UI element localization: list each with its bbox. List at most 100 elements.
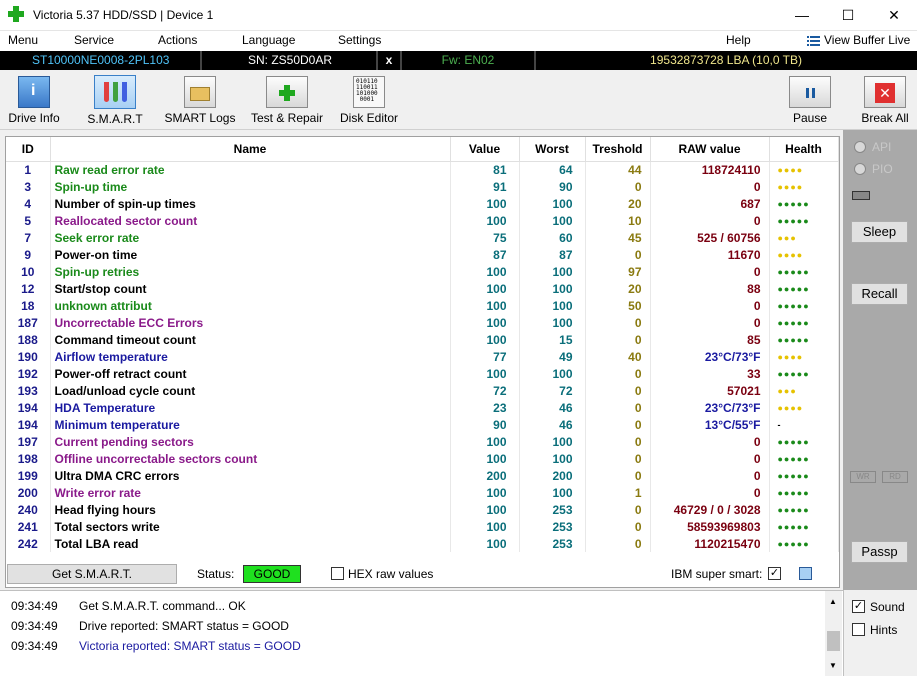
table-row[interactable]: 12 Start/stop count 100 100 20 88 ●●●●● (6, 280, 839, 297)
sound-checkbox[interactable]: ✓ (852, 600, 865, 613)
table-row[interactable]: 1 Raw read error rate 81 64 44 118724110 ●●●● (6, 161, 839, 178)
col-id[interactable]: ID (6, 137, 51, 162)
table-row[interactable]: 200 Write error rate 100 100 1 0 ●●●●● (6, 484, 839, 501)
smart-tab-button[interactable]: S.M.A.R.T (84, 75, 146, 126)
attr-raw: 0 (650, 178, 770, 195)
attr-worst: 100 (519, 297, 586, 314)
attr-id: 198 (6, 450, 51, 467)
log-time: 09:34:49 (11, 599, 58, 613)
pio-radio[interactable] (854, 163, 866, 175)
table-row[interactable]: 7 Seek error rate 75 60 45 525 / 60756 ●●● (6, 229, 839, 246)
log-text: Get S.M.A.R.T. command... OK (79, 599, 246, 613)
drive-info-button[interactable]: i Drive Info (5, 75, 63, 125)
col-value[interactable]: Value (450, 137, 520, 162)
log-scrollbar[interactable]: ▲ ▼ (825, 591, 842, 676)
attr-id: 10 (6, 263, 51, 280)
menu-settings[interactable]: Settings (338, 33, 381, 47)
status-row: Get S.M.A.R.T. Status: GOOD HEX raw valu… (0, 562, 843, 588)
ibm-super-smart-checkbox[interactable]: ✓ (768, 567, 781, 580)
hex-raw-checkbox[interactable] (331, 567, 344, 580)
attr-name: Power-on time (50, 246, 451, 263)
table-row[interactable]: 3 Spin-up time 91 90 0 0 ●●●● (6, 178, 839, 195)
col-threshold[interactable]: Treshold (585, 137, 651, 162)
attr-raw: 0 (650, 467, 770, 484)
get-smart-button[interactable]: Get S.M.A.R.T. (7, 564, 177, 584)
scroll-down-icon[interactable]: ▼ (829, 661, 837, 670)
col-raw[interactable]: RAW value (650, 137, 770, 162)
table-row[interactable]: 18 unknown attribut 100 100 50 0 ●●●●● (6, 297, 839, 314)
log-line: 09:34:49 Get S.M.A.R.T. command... OK (11, 599, 246, 613)
col-worst[interactable]: Worst (519, 137, 586, 162)
attr-worst: 100 (519, 484, 586, 501)
table-row[interactable]: 198 Offline uncorrectable sectors count 10… (6, 450, 839, 467)
test-repair-button[interactable]: Test & Repair (247, 75, 327, 125)
col-name[interactable]: Name (50, 137, 451, 162)
minimize-button[interactable]: — (779, 0, 825, 31)
table-row[interactable]: 194 Minimum temperature 90 46 0 13°C/55°F - (6, 416, 839, 433)
color-swatch[interactable] (799, 567, 812, 580)
attr-threshold: 0 (585, 382, 651, 399)
close-button[interactable]: ✕ (871, 0, 917, 31)
attr-threshold: 44 (585, 161, 651, 178)
attr-value: 100 (450, 297, 520, 314)
menu-service[interactable]: Service (74, 33, 114, 47)
test-repair-label: Test & Repair (250, 111, 324, 125)
drive-info-bar: ST10000NE0008-2PL103 SN: ZS50D0AR x Fw: … (0, 51, 917, 70)
table-row[interactable]: 240 Head flying hours 100 253 0 46729 / 0 / 3… (6, 501, 839, 518)
maximize-button[interactable]: ☐ (825, 0, 871, 31)
attr-threshold: 10 (585, 212, 651, 229)
drive-serial: SN: ZS50D0AR (204, 51, 378, 70)
table-row[interactable]: 193 Load/unload cycle count 72 72 0 57021 ●●● (6, 382, 839, 399)
passp-button[interactable]: Passp (851, 541, 908, 563)
attr-name: Current pending sectors (50, 433, 451, 450)
attr-raw: 58593969803 (650, 518, 770, 535)
menu-language[interactable]: Language (242, 33, 295, 47)
health-dots: ●●●● (769, 246, 839, 263)
col-health[interactable]: Health (769, 137, 839, 162)
menu-help[interactable]: Help (726, 33, 751, 47)
hints-checkbox[interactable] (852, 623, 865, 636)
table-row[interactable]: 242 Total LBA read 100 253 0 1120215470 ●●●●● (6, 535, 839, 552)
table-row[interactable]: 5 Reallocated sector count 100 100 10 0 ●●●●● (6, 212, 839, 229)
table-row[interactable]: 199 Ultra DMA CRC errors 200 200 0 0 ●●●●● (6, 467, 839, 484)
table-row[interactable]: 241 Total sectors write 100 253 0 58593969803… (6, 518, 839, 535)
view-buffer-live[interactable]: View Buffer Live (824, 33, 910, 47)
table-row[interactable]: 197 Current pending sectors 100 100 0 0 ●●●●● (6, 433, 839, 450)
attr-id: 193 (6, 382, 51, 399)
break-all-button[interactable]: ✕ Break All (860, 75, 910, 125)
sleep-button[interactable]: Sleep (851, 221, 908, 243)
api-radio[interactable] (854, 141, 866, 153)
attr-value: 100 (450, 450, 520, 467)
health-dots: ●●●●● (769, 501, 839, 518)
side-panel: API PIO WR RD (843, 130, 917, 590)
drive-firmware: Fw: EN02 (400, 51, 536, 70)
table-row[interactable]: 192 Power-off retract count 100 100 0 33 ●●●●● (6, 365, 839, 382)
attr-id: 194 (6, 416, 51, 433)
attr-value: 90 (450, 416, 520, 433)
scroll-up-icon[interactable]: ▲ (829, 597, 837, 606)
table-row[interactable]: 9 Power-on time 87 87 0 11670 ●●●● (6, 246, 839, 263)
table-row[interactable]: 10 Spin-up retries 100 100 97 0 ●●●●● (6, 263, 839, 280)
close-drive-button[interactable]: x (380, 51, 398, 70)
menu-actions[interactable]: Actions (158, 33, 197, 47)
attr-id: 9 (6, 246, 51, 263)
pause-button[interactable]: Pause (787, 75, 833, 125)
app-cross-icon (8, 6, 24, 22)
table-row[interactable]: 4 Number of spin-up times 100 100 20 687 ●●●●● (6, 195, 839, 212)
table-row[interactable]: 188 Command timeout count 100 15 0 85 ●●●●● (6, 331, 839, 348)
table-row[interactable]: 190 Airflow temperature 77 49 40 23°C/73°F ●●●… (6, 348, 839, 365)
smart-logs-button[interactable]: SMART Logs (162, 75, 238, 125)
attr-worst: 100 (519, 450, 586, 467)
table-row[interactable]: 194 HDA Temperature 23 46 0 23°C/73°F ●●●● (6, 399, 839, 416)
log-panel[interactable]: 09:34:49 Get S.M.A.R.T. command... OK 09:… (0, 590, 843, 676)
sound-label: Sound (870, 600, 905, 614)
table-header: ID Name Value Worst Treshold RAW value H… (6, 137, 839, 162)
menu-menu[interactable]: Menu (8, 33, 38, 47)
smart-table[interactable]: ID Name Value Worst Treshold RAW value H… (5, 136, 840, 588)
pio-label: PIO (872, 162, 893, 176)
recall-button[interactable]: Recall (851, 283, 908, 305)
scroll-thumb[interactable] (827, 631, 840, 651)
table-row[interactable]: 187 Uncorrectable ECC Errors 100 100 0 0 ●●●●● (6, 314, 839, 331)
disk-editor-button[interactable]: 010110 110011 101000 0001 Disk Editor (338, 75, 400, 125)
attr-raw: 23°C/73°F (650, 399, 770, 416)
